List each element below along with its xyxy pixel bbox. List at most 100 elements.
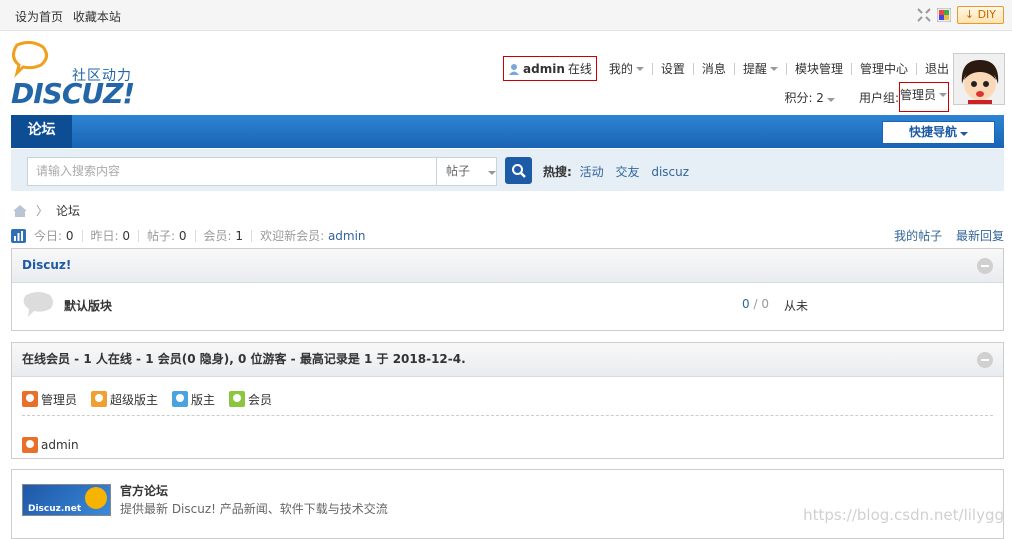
forum-threads: 0 bbox=[742, 297, 750, 311]
forum-last-post: 从未 bbox=[784, 299, 809, 313]
user-menu: admin 在线 我的 设置 消息 提醒 模块管理 管理中心 退出 bbox=[503, 56, 949, 81]
stat-members: 会员: 1 bbox=[204, 227, 244, 244]
divider bbox=[251, 229, 253, 242]
friend-link-desc: 提供最新 Discuz! 产品新闻、软件下载与技术交流 bbox=[120, 502, 388, 516]
forum-name[interactable]: 默认版块 bbox=[64, 297, 112, 314]
set-home-link[interactable]: 设为首页 bbox=[15, 10, 63, 24]
menu-module-manage[interactable]: 模块管理 bbox=[795, 60, 843, 77]
online-user-link[interactable]: admin bbox=[41, 438, 79, 452]
user-badge-icon bbox=[229, 391, 246, 407]
stat-welcome-label: 欢迎新会员: bbox=[260, 229, 325, 243]
forum-row: 默认版块 0 / 0 从未 bbox=[12, 283, 1003, 327]
menu-logout[interactable]: 退出 bbox=[925, 60, 949, 77]
divider bbox=[138, 229, 140, 242]
diy-button[interactable]: ↓ DIY bbox=[956, 6, 1004, 24]
menu-messages[interactable]: 消息 bbox=[702, 60, 726, 77]
search-type-label: 帖子 bbox=[446, 164, 471, 178]
stat-yesterday-value: 0 bbox=[122, 229, 131, 243]
my-posts-link[interactable]: 我的帖子 bbox=[894, 229, 942, 243]
logo-wordmark: DISCUZ! bbox=[11, 77, 135, 110]
tab-forum[interactable]: 论坛 bbox=[11, 115, 72, 148]
divider bbox=[733, 62, 735, 75]
home-icon[interactable] bbox=[12, 204, 28, 218]
stat-yesterday: 昨日: 0 bbox=[91, 227, 131, 244]
forum-posts: / 0 bbox=[753, 297, 769, 311]
latest-replies-link[interactable]: 最新回复 bbox=[956, 229, 1004, 243]
legend-item: 会员 bbox=[229, 387, 272, 411]
watermark: https://blog.csdn.net/lilygg bbox=[803, 506, 1004, 524]
divider bbox=[785, 62, 787, 75]
search-icon bbox=[511, 163, 526, 178]
hot-item[interactable]: 活动 bbox=[580, 165, 604, 179]
user-badge-icon bbox=[172, 391, 189, 407]
divider bbox=[651, 62, 653, 75]
stat-members-value: 1 bbox=[235, 229, 244, 243]
newest-member-link[interactable]: admin bbox=[328, 229, 366, 243]
main-nav: 论坛 快捷导航 bbox=[11, 115, 1004, 148]
forum-bubble-icon bbox=[23, 292, 53, 317]
site-logo[interactable]: 社区动力 DISCUZ! bbox=[11, 41, 151, 111]
stat-today: 今日: 0 bbox=[34, 227, 74, 244]
collapse-icon[interactable] bbox=[977, 258, 993, 274]
legend-item: 管理员 bbox=[22, 387, 77, 411]
search-button[interactable] bbox=[505, 157, 532, 184]
avatar-image bbox=[954, 54, 1004, 104]
legend-label: 超级版主 bbox=[110, 392, 159, 407]
friend-link-box: Discuz.net 官方论坛 提供最新 Discuz! 产品新闻、软件下载与技… bbox=[11, 469, 1004, 539]
user-icon bbox=[509, 63, 520, 75]
online-label: 在线 bbox=[567, 62, 592, 76]
user-group-menu[interactable]: 管理员 bbox=[899, 82, 949, 112]
hot-item[interactable]: 交友 bbox=[615, 165, 639, 179]
menu-settings[interactable]: 设置 bbox=[661, 60, 685, 77]
online-title[interactable]: 在线会员 - 1 人在线 - 1 会员(0 隐身), 0 位游客 - 最高记录是… bbox=[22, 352, 466, 366]
hot-searches: 热搜: 活动 交友 discuz bbox=[543, 163, 697, 180]
user-info-row: 积分: 2 用户组: 管理员 bbox=[784, 82, 949, 112]
chevron-down-icon bbox=[939, 92, 948, 97]
user-online-status[interactable]: admin 在线 bbox=[503, 56, 597, 81]
diy-label: DIY bbox=[977, 8, 996, 21]
breadcrumb-separator-icon: 〉 bbox=[36, 204, 49, 218]
stat-today-value: 0 bbox=[65, 229, 74, 243]
points-menu[interactable]: 积分: 2 bbox=[784, 89, 835, 106]
logo-sun-icon bbox=[85, 487, 107, 509]
hot-item[interactable]: discuz bbox=[651, 165, 689, 179]
hot-label: 热搜: bbox=[543, 165, 572, 179]
search-input[interactable]: 请输入搜索内容 bbox=[27, 157, 436, 186]
user-badge-icon bbox=[22, 437, 38, 453]
menu-admin-center[interactable]: 管理中心 bbox=[860, 60, 908, 77]
menu-reminders[interactable]: 提醒 bbox=[743, 60, 778, 77]
avatar[interactable] bbox=[953, 53, 1005, 105]
online-user-list: admin bbox=[12, 416, 1003, 460]
chevron-down-icon bbox=[635, 66, 644, 71]
quick-nav-button[interactable]: 快捷导航 bbox=[882, 121, 995, 144]
search-type-select[interactable]: 帖子 bbox=[436, 157, 497, 186]
chevron-down-icon bbox=[960, 132, 968, 136]
legend-item: 版主 bbox=[172, 387, 215, 411]
style-switch-icon[interactable] bbox=[936, 7, 952, 23]
username[interactable]: admin bbox=[523, 62, 565, 76]
chevron-down-icon bbox=[826, 97, 835, 102]
breadcrumb: 〉 论坛 bbox=[12, 202, 80, 219]
friend-logo[interactable]: Discuz.net bbox=[22, 484, 111, 516]
forum-stats: 今日: 0 昨日: 0 帖子: 0 会员: 1 欢迎新会员: admin bbox=[11, 227, 366, 244]
category-title[interactable]: Discuz! bbox=[22, 258, 71, 272]
group-value: 管理员 bbox=[900, 88, 937, 102]
download-arrow-icon: ↓ bbox=[964, 8, 975, 21]
divider bbox=[915, 62, 917, 75]
bookmark-link[interactable]: 收藏本站 bbox=[73, 10, 121, 24]
legend-item: 超级版主 bbox=[91, 387, 158, 411]
menu-my[interactable]: 我的 bbox=[609, 60, 644, 77]
chevron-down-icon bbox=[769, 66, 778, 71]
breadcrumb-current[interactable]: 论坛 bbox=[56, 202, 80, 219]
stat-today-label: 今日: bbox=[34, 229, 63, 243]
collapse-icon[interactable] bbox=[977, 352, 993, 368]
stats-chart-icon bbox=[11, 228, 26, 243]
stat-posts-value: 0 bbox=[178, 229, 187, 243]
switch-width-icon[interactable] bbox=[917, 8, 931, 22]
friend-link-name[interactable]: 官方论坛 bbox=[120, 482, 168, 499]
chevron-down-icon bbox=[487, 171, 496, 175]
divider bbox=[692, 62, 694, 75]
online-box: 在线会员 - 1 人在线 - 1 会员(0 隐身), 0 位游客 - 最高记录是… bbox=[11, 342, 1004, 459]
group-label: 用户组: bbox=[858, 90, 899, 105]
stat-posts-label: 帖子: bbox=[147, 229, 176, 243]
